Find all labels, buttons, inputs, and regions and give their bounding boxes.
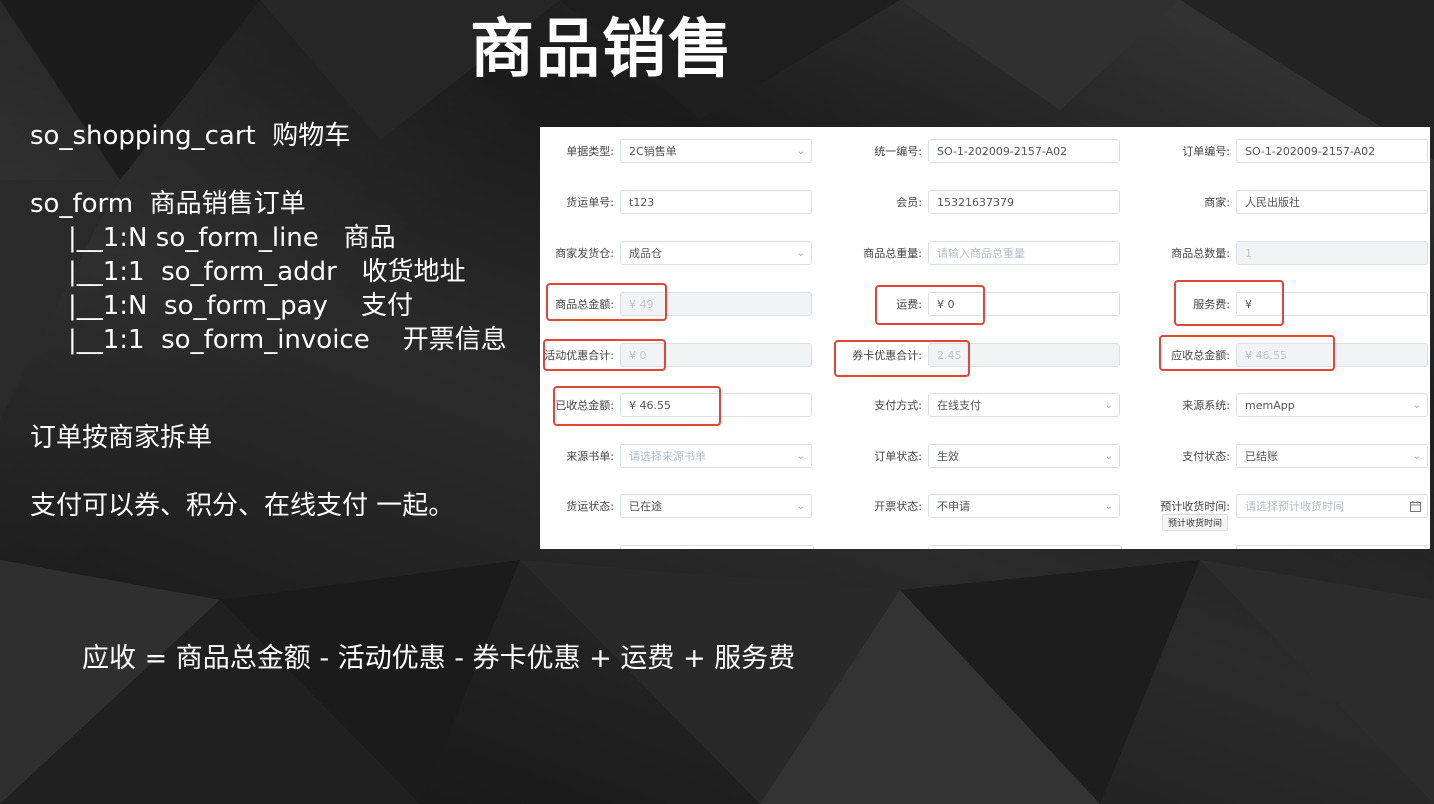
field-expected-delivery[interactable]: 预计收货时间: 请选择预计收货时间 xyxy=(1160,494,1428,520)
field-label: 支付状态: xyxy=(1182,450,1230,463)
expected-delivery-datepicker[interactable]: 请选择预计收货时间 xyxy=(1236,494,1428,518)
order-number-input[interactable]: SO-1-202009-2157-A02 xyxy=(1236,139,1428,163)
cut-off-field xyxy=(1236,545,1430,549)
field-label: 商家发货仓: xyxy=(555,247,614,260)
field-label: 来源系统: xyxy=(1182,399,1230,412)
cut-off-field xyxy=(620,545,814,549)
highlight-receivable-total xyxy=(1159,335,1335,371)
chevron-down-icon: ⌄ xyxy=(796,146,805,157)
field-label: 会员: xyxy=(896,196,922,209)
payment-method-select[interactable]: 在线支付 ⌄ xyxy=(928,393,1120,417)
source-booklist-select[interactable]: 请选择来源书单 ⌄ xyxy=(620,444,812,468)
text-line-payment: 支付可以券、积分、在线支付 一起。 xyxy=(30,491,455,521)
total-weight-input[interactable]: 请输入商品总重量 xyxy=(928,241,1120,265)
document-type-select[interactable]: 2C销售单 ⌄ xyxy=(620,139,812,163)
field-order-number[interactable]: 订单编号: SO-1-202009-2157-A02 xyxy=(1182,139,1428,165)
field-payment-status[interactable]: 支付状态: 已结账 ⌄ xyxy=(1182,444,1428,470)
text-line-form: so_form 商品销售订单 xyxy=(30,189,306,219)
text-line-form-pay: |__1:N so_form_pay 支付 xyxy=(68,291,413,321)
field-total-quantity: 商品总数量: 1 xyxy=(1171,241,1428,267)
payment-status-select[interactable]: 已结账 ⌄ xyxy=(1236,444,1428,468)
highlight-service-fee xyxy=(1174,280,1284,326)
text-line-form-line: |__1:N so_form_line 商品 xyxy=(68,223,396,253)
field-source-system[interactable]: 来源系统: memApp ⌄ xyxy=(1182,393,1428,419)
field-payment-method[interactable]: 支付方式: 在线支付 ⌄ xyxy=(874,393,1120,419)
field-order-status[interactable]: 订单状态: 生效 ⌄ xyxy=(874,444,1120,470)
shipping-number-input[interactable]: t123 xyxy=(620,190,812,214)
highlight-received-total xyxy=(553,386,721,426)
field-document-type[interactable]: 单据类型: 2C销售单 ⌄ xyxy=(566,139,812,165)
field-label: 商品总重量: xyxy=(863,247,922,260)
tooltip: 预计收货时间 xyxy=(1162,514,1229,531)
field-label: 货运单号: xyxy=(566,196,614,209)
text-line-form-invoice: |__1:1 so_form_invoice 开票信息 xyxy=(68,325,507,355)
highlight-goods-total xyxy=(546,283,667,321)
field-total-weight[interactable]: 商品总重量: 请输入商品总重量 xyxy=(863,241,1120,267)
slide-title: 商品销售 xyxy=(470,13,734,87)
field-unified-number[interactable]: 统一编号: SO-1-202009-2157-A02 xyxy=(874,139,1120,165)
highlight-coupon-discount xyxy=(834,340,970,377)
field-label: 统一编号: xyxy=(874,145,922,158)
field-member[interactable]: 会员: 15321637379 xyxy=(896,190,1120,216)
merchant-input[interactable]: 人民出版社 xyxy=(1236,190,1428,214)
source-system-select[interactable]: memApp ⌄ xyxy=(1236,393,1428,417)
highlight-freight xyxy=(875,285,985,325)
text-line-cart: so_shopping_cart 购物车 xyxy=(30,121,351,151)
member-input[interactable]: 15321637379 xyxy=(928,190,1120,214)
field-label: 商家: xyxy=(1204,196,1230,209)
text-line-split: 订单按商家拆单 xyxy=(30,423,213,453)
field-label: 订单状态: xyxy=(874,450,922,463)
invoice-status-select[interactable]: 不申请 ⌄ xyxy=(928,494,1120,518)
field-merchant-warehouse[interactable]: 商家发货仓: 成品仓 ⌄ xyxy=(555,241,812,267)
total-quantity-input: 1 xyxy=(1236,241,1428,265)
order-status-select[interactable]: 生效 ⌄ xyxy=(928,444,1120,468)
chevron-down-icon: ⌄ xyxy=(1104,451,1113,462)
text-line-form-addr: |__1:1 so_form_addr 收货地址 xyxy=(68,257,466,287)
chevron-down-icon: ⌄ xyxy=(796,248,805,259)
field-label: 商品总数量: xyxy=(1171,247,1230,260)
field-label: 单据类型: xyxy=(566,145,614,158)
merchant-warehouse-select[interactable]: 成品仓 ⌄ xyxy=(620,241,812,265)
cut-off-field xyxy=(928,545,1122,549)
chevron-down-icon: ⌄ xyxy=(1104,501,1113,512)
field-merchant[interactable]: 商家: 人民出版社 xyxy=(1204,190,1428,216)
field-label: 来源书单: xyxy=(566,450,614,463)
field-label: 开票状态: xyxy=(874,500,922,513)
chevron-down-icon: ⌄ xyxy=(796,451,805,462)
field-source-booklist[interactable]: 来源书单: 请选择来源书单 ⌄ xyxy=(566,444,812,470)
receivable-formula: 应收 = 商品总金额 - 活动优惠 - 券卡优惠 + 运费 + 服务费 xyxy=(82,643,796,674)
field-label: 货运状态: xyxy=(566,500,614,513)
field-invoice-status[interactable]: 开票状态: 不申请 ⌄ xyxy=(874,494,1120,520)
calendar-icon[interactable] xyxy=(1410,495,1421,517)
chevron-down-icon: ⌄ xyxy=(1412,451,1421,462)
chevron-down-icon: ⌄ xyxy=(1104,400,1113,411)
unified-number-input[interactable]: SO-1-202009-2157-A02 xyxy=(928,139,1120,163)
shipping-status-select[interactable]: 已在途 ⌄ xyxy=(620,494,812,518)
chevron-down-icon: ⌄ xyxy=(1412,400,1421,411)
chevron-down-icon: ⌄ xyxy=(796,501,805,512)
field-shipping-number[interactable]: 货运单号: t123 xyxy=(566,190,812,216)
field-label: 支付方式: xyxy=(874,399,922,412)
order-form-screenshot: 单据类型: 2C销售单 ⌄ 统一编号: SO-1-202009-2157-A02 … xyxy=(540,127,1430,549)
highlight-promotion-discount xyxy=(543,339,666,371)
field-shipping-status[interactable]: 货运状态: 已在途 ⌄ xyxy=(566,494,812,520)
field-label: 订单编号: xyxy=(1182,145,1230,158)
